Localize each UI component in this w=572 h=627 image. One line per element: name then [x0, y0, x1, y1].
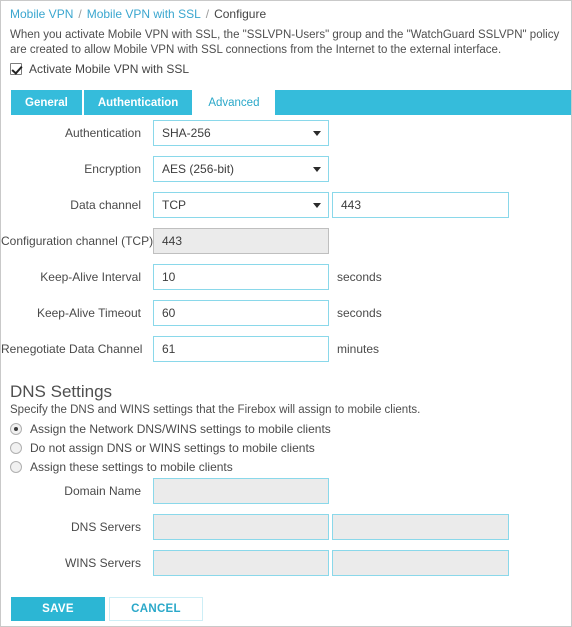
configuration-channel-value: 443 [162, 234, 183, 248]
keep-alive-interval-unit: seconds [337, 270, 382, 284]
row-keep-alive-interval: Keep-Alive Interval 10 seconds [1, 259, 571, 295]
configure-page: Mobile VPN / Mobile VPN with SSL / Configure… [0, 0, 572, 627]
renegotiate-data-channel-unit: minutes [337, 342, 380, 356]
breadcrumb-separator: / [78, 7, 82, 21]
breadcrumb-item-mobile-vpn[interactable]: Mobile VPN [10, 7, 73, 21]
domain-name-input [153, 478, 329, 504]
row-data-channel: Data channel TCP 443 [1, 187, 571, 223]
row-keep-alive-timeout: Keep-Alive Timeout 60 seconds [1, 295, 571, 331]
tab-advanced[interactable]: Advanced [194, 90, 276, 115]
wins-servers-label: WINS Servers [64, 556, 141, 570]
authentication-select[interactable]: SHA-256 [153, 120, 329, 146]
breadcrumb-item-mobile-vpn-with-ssl[interactable]: Mobile VPN with SSL [87, 7, 201, 21]
radio-do-not-assign-dns-label: Do not assign DNS or WINS settings to mo… [30, 441, 315, 455]
advanced-form: Authentication SHA-256 Encryption AES (2… [1, 115, 571, 367]
encryption-select[interactable]: AES (256-bit) [153, 156, 329, 182]
radio-do-not-assign-dns[interactable]: Do not assign DNS or WINS settings to mo… [10, 439, 331, 457]
radio-icon[interactable] [10, 423, 22, 435]
wins-servers-input-2 [332, 550, 509, 576]
row-renegotiate-data-channel: Renegotiate Data Channel 61 minutes [1, 331, 571, 367]
keep-alive-timeout-input[interactable]: 60 [153, 300, 329, 326]
row-configuration-channel: Configuration channel (TCP) 443 [1, 223, 571, 259]
configuration-channel-input: 443 [153, 228, 329, 254]
tab-bar-filler [275, 90, 571, 115]
chevron-down-icon [313, 131, 321, 136]
dns-settings-radio-group: Assign the Network DNS/WINS settings to … [10, 420, 331, 477]
radio-icon[interactable] [10, 461, 22, 473]
keep-alive-timeout-label: Keep-Alive Timeout [36, 306, 141, 320]
encryption-label: Encryption [84, 162, 141, 176]
keep-alive-timeout-unit: seconds [337, 306, 382, 320]
row-encryption: Encryption AES (256-bit) [1, 151, 571, 187]
dns-settings-heading: DNS Settings [10, 382, 113, 401]
dns-servers-input-1 [153, 514, 329, 540]
dns-servers-input-2 [332, 514, 509, 540]
data-channel-port-value: 443 [341, 198, 362, 212]
keep-alive-interval-label: Keep-Alive Interval [40, 270, 141, 284]
dns-fields: Domain Name DNS Servers WINS Servers [1, 473, 571, 581]
activate-mobile-vpn-label: Activate Mobile VPN with SSL [29, 62, 190, 76]
renegotiate-data-channel-label: Renegotiate Data Channel [1, 342, 143, 356]
breadcrumb: Mobile VPN / Mobile VPN with SSL / Configure [10, 6, 266, 22]
dns-settings-subtext: Specify the DNS and WINS settings that t… [10, 404, 421, 416]
authentication-label: Authentication [64, 126, 141, 140]
breadcrumb-item-configure: Configure [214, 7, 267, 21]
tab-bar: General Authentication Advanced [11, 90, 571, 115]
keep-alive-interval-value: 10 [162, 270, 176, 284]
wins-servers-input-1 [153, 550, 329, 576]
tab-general[interactable]: General [11, 90, 84, 115]
checkbox-icon[interactable] [10, 63, 22, 75]
row-wins-servers: WINS Servers [1, 545, 571, 581]
radio-assign-network-dns[interactable]: Assign the Network DNS/WINS settings to … [10, 420, 331, 438]
authentication-value: SHA-256 [162, 126, 211, 140]
renegotiate-data-channel-input[interactable]: 61 [153, 336, 329, 362]
dns-servers-label: DNS Servers [70, 520, 141, 534]
radio-assign-network-dns-label: Assign the Network DNS/WINS settings to … [30, 422, 331, 436]
save-button[interactable]: SAVE [11, 597, 105, 621]
cancel-button[interactable]: CANCEL [109, 597, 203, 621]
data-channel-port-input[interactable]: 443 [332, 192, 509, 218]
page-description: When you activate Mobile VPN with SSL, t… [10, 29, 560, 56]
tab-authentication[interactable]: Authentication [83, 90, 195, 115]
data-channel-protocol-select[interactable]: TCP [153, 192, 329, 218]
domain-name-label: Domain Name [64, 484, 141, 498]
chevron-down-icon [313, 167, 321, 172]
row-authentication: Authentication SHA-256 [1, 115, 571, 151]
row-domain-name: Domain Name [1, 473, 571, 509]
chevron-down-icon [313, 203, 321, 208]
button-bar: SAVE CANCEL [11, 597, 203, 621]
keep-alive-timeout-value: 60 [162, 306, 176, 320]
data-channel-protocol-value: TCP [162, 198, 186, 212]
configuration-channel-label: Configuration channel (TCP) [1, 234, 154, 248]
radio-icon[interactable] [10, 442, 22, 454]
activate-mobile-vpn-checkbox-row[interactable]: Activate Mobile VPN with SSL [10, 62, 189, 76]
data-channel-label: Data channel [70, 198, 141, 212]
breadcrumb-separator: / [205, 7, 210, 21]
renegotiate-data-channel-value: 61 [162, 342, 176, 356]
row-dns-servers: DNS Servers [1, 509, 571, 545]
radio-assign-these-settings-label: Assign these settings to mobile clients [30, 460, 233, 474]
keep-alive-interval-input[interactable]: 10 [153, 264, 329, 290]
encryption-value: AES (256-bit) [162, 162, 235, 176]
